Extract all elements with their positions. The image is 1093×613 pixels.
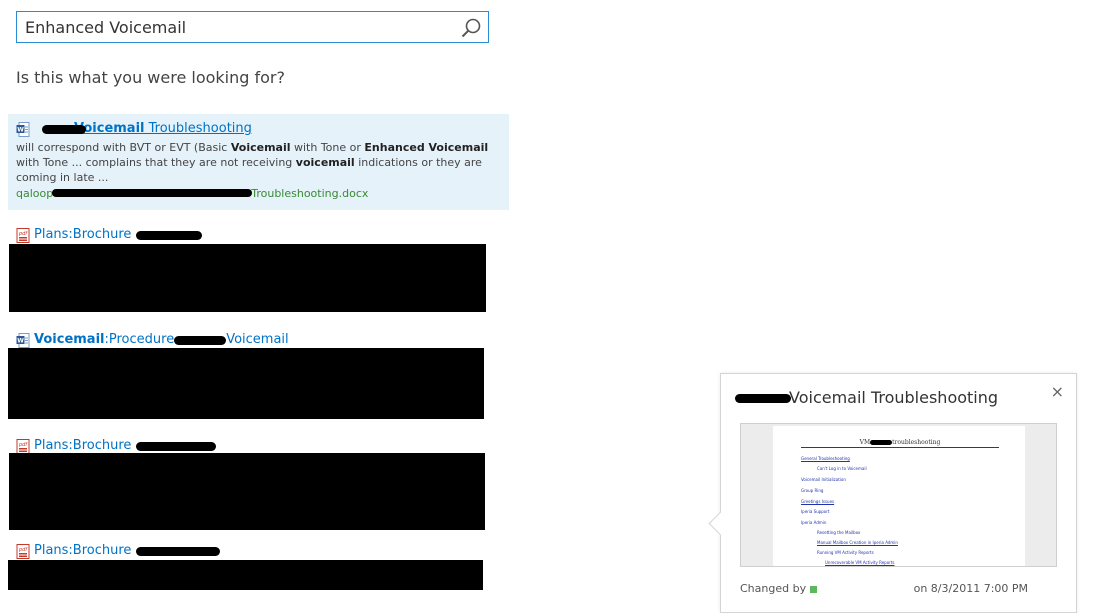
preview-toc-line: Iperia Support bbox=[801, 509, 830, 514]
result-title-link[interactable]: Plans:Brochure bbox=[34, 227, 131, 242]
preview-toc-line: Greetings Issues bbox=[801, 499, 835, 504]
result-title-link[interactable]: Plans:Brochure bbox=[34, 543, 131, 558]
result-title-link[interactable]: Plans:Brochure bbox=[34, 438, 131, 453]
preview-toc-line: Can't Log in to Voicemail bbox=[817, 466, 867, 471]
preview-toc-line: Group Ring bbox=[801, 488, 824, 493]
preview-toc-line: Resetting the Mailbox bbox=[817, 530, 861, 535]
search-result[interactable]: pdf Plans:Brochure bbox=[8, 437, 509, 531]
pdf-document-icon: pdf bbox=[16, 438, 30, 454]
callout-pointer bbox=[708, 511, 733, 536]
redacted-block bbox=[8, 348, 484, 419]
close-icon[interactable]: × bbox=[1051, 384, 1064, 400]
search-input[interactable] bbox=[17, 12, 457, 42]
redacted-text bbox=[174, 336, 226, 345]
svg-text:W: W bbox=[17, 337, 24, 344]
search-box bbox=[16, 11, 489, 43]
redacted-block bbox=[9, 244, 486, 312]
result-snippet: will correspond with BVT or EVT (Basic V… bbox=[16, 141, 489, 184]
redacted-text bbox=[136, 231, 202, 240]
search-result[interactable]: pdf Plans:Brochure bbox=[8, 226, 509, 316]
redacted-text bbox=[52, 189, 252, 197]
redacted-text bbox=[735, 394, 791, 403]
preview-toc-line: Manual Mailbox Creation in Iperia Admin bbox=[817, 540, 898, 545]
preview-heading: VM troubleshooting bbox=[801, 438, 999, 448]
word-document-icon: W bbox=[16, 121, 30, 137]
preview-toc-line: Voicemail Initialization bbox=[801, 477, 846, 482]
search-result[interactable]: W Voicemail:Procedure Voicemail bbox=[8, 331, 509, 423]
search-result[interactable]: W Voicemail Troubleshooting will corresp… bbox=[8, 114, 509, 210]
hover-preview-callout: Voicemail Troubleshooting × VM troublesho… bbox=[708, 373, 1077, 613]
preview-toc-line: Iperia Admin bbox=[801, 520, 827, 525]
svg-text:W: W bbox=[17, 126, 24, 133]
search-result[interactable]: pdf Plans:Brochure bbox=[8, 542, 509, 590]
redacted-block bbox=[9, 453, 485, 530]
preview-toc-line: General Troubleshooting bbox=[801, 456, 850, 461]
search-icon[interactable] bbox=[460, 17, 482, 39]
suggestion-heading: Is this what you were looking for? bbox=[16, 68, 285, 87]
result-title-link[interactable]: Voicemail Troubleshooting bbox=[74, 121, 252, 136]
redacted-text bbox=[136, 442, 216, 451]
svg-text:pdf: pdf bbox=[18, 231, 28, 237]
svg-text:pdf: pdf bbox=[18, 442, 28, 448]
result-url: qaloop Troubleshooting.docx bbox=[16, 187, 369, 200]
redacted-text bbox=[42, 125, 86, 134]
word-document-icon: W bbox=[16, 332, 30, 348]
document-preview[interactable]: VM troubleshooting General Troubleshootin… bbox=[740, 423, 1057, 567]
redacted-block bbox=[8, 560, 483, 590]
preview-toc-line: Running VM Activity Reports bbox=[817, 550, 874, 555]
pdf-document-icon: pdf bbox=[16, 227, 30, 243]
changed-by-info: Changed by on 8/3/2011 7:00 PM bbox=[740, 582, 1029, 595]
preview-toc-line: Unrecoverable VM Activity Reports bbox=[825, 560, 895, 565]
preview-page: VM troubleshooting General Troubleshootin… bbox=[773, 426, 1025, 566]
pdf-document-icon: pdf bbox=[16, 543, 30, 559]
redacted-text bbox=[136, 547, 220, 556]
result-title-link[interactable]: Voicemail:Procedure Voicemail bbox=[34, 332, 289, 347]
presence-icon bbox=[809, 585, 817, 593]
svg-text:pdf: pdf bbox=[18, 547, 28, 553]
callout-title[interactable]: Voicemail Troubleshooting bbox=[735, 388, 998, 407]
